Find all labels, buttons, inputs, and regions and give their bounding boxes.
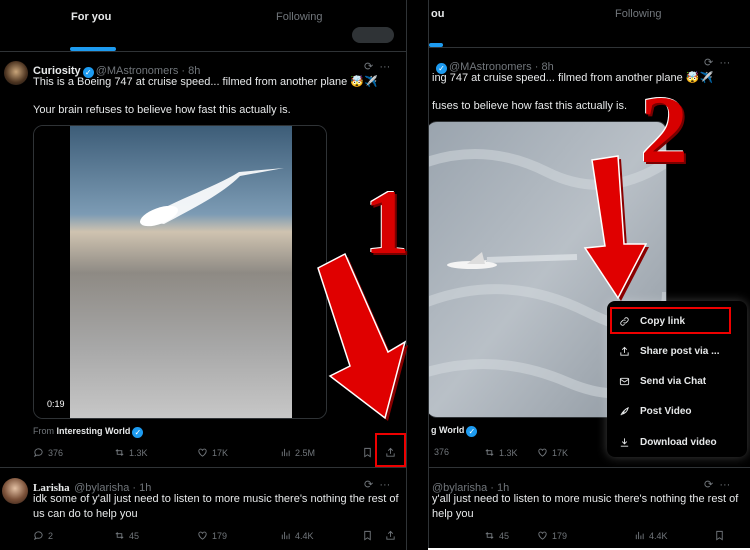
red-arrow-icon	[317, 252, 408, 421]
annotation-arrows	[317, 155, 649, 421]
red-arrow-icon	[583, 155, 649, 301]
